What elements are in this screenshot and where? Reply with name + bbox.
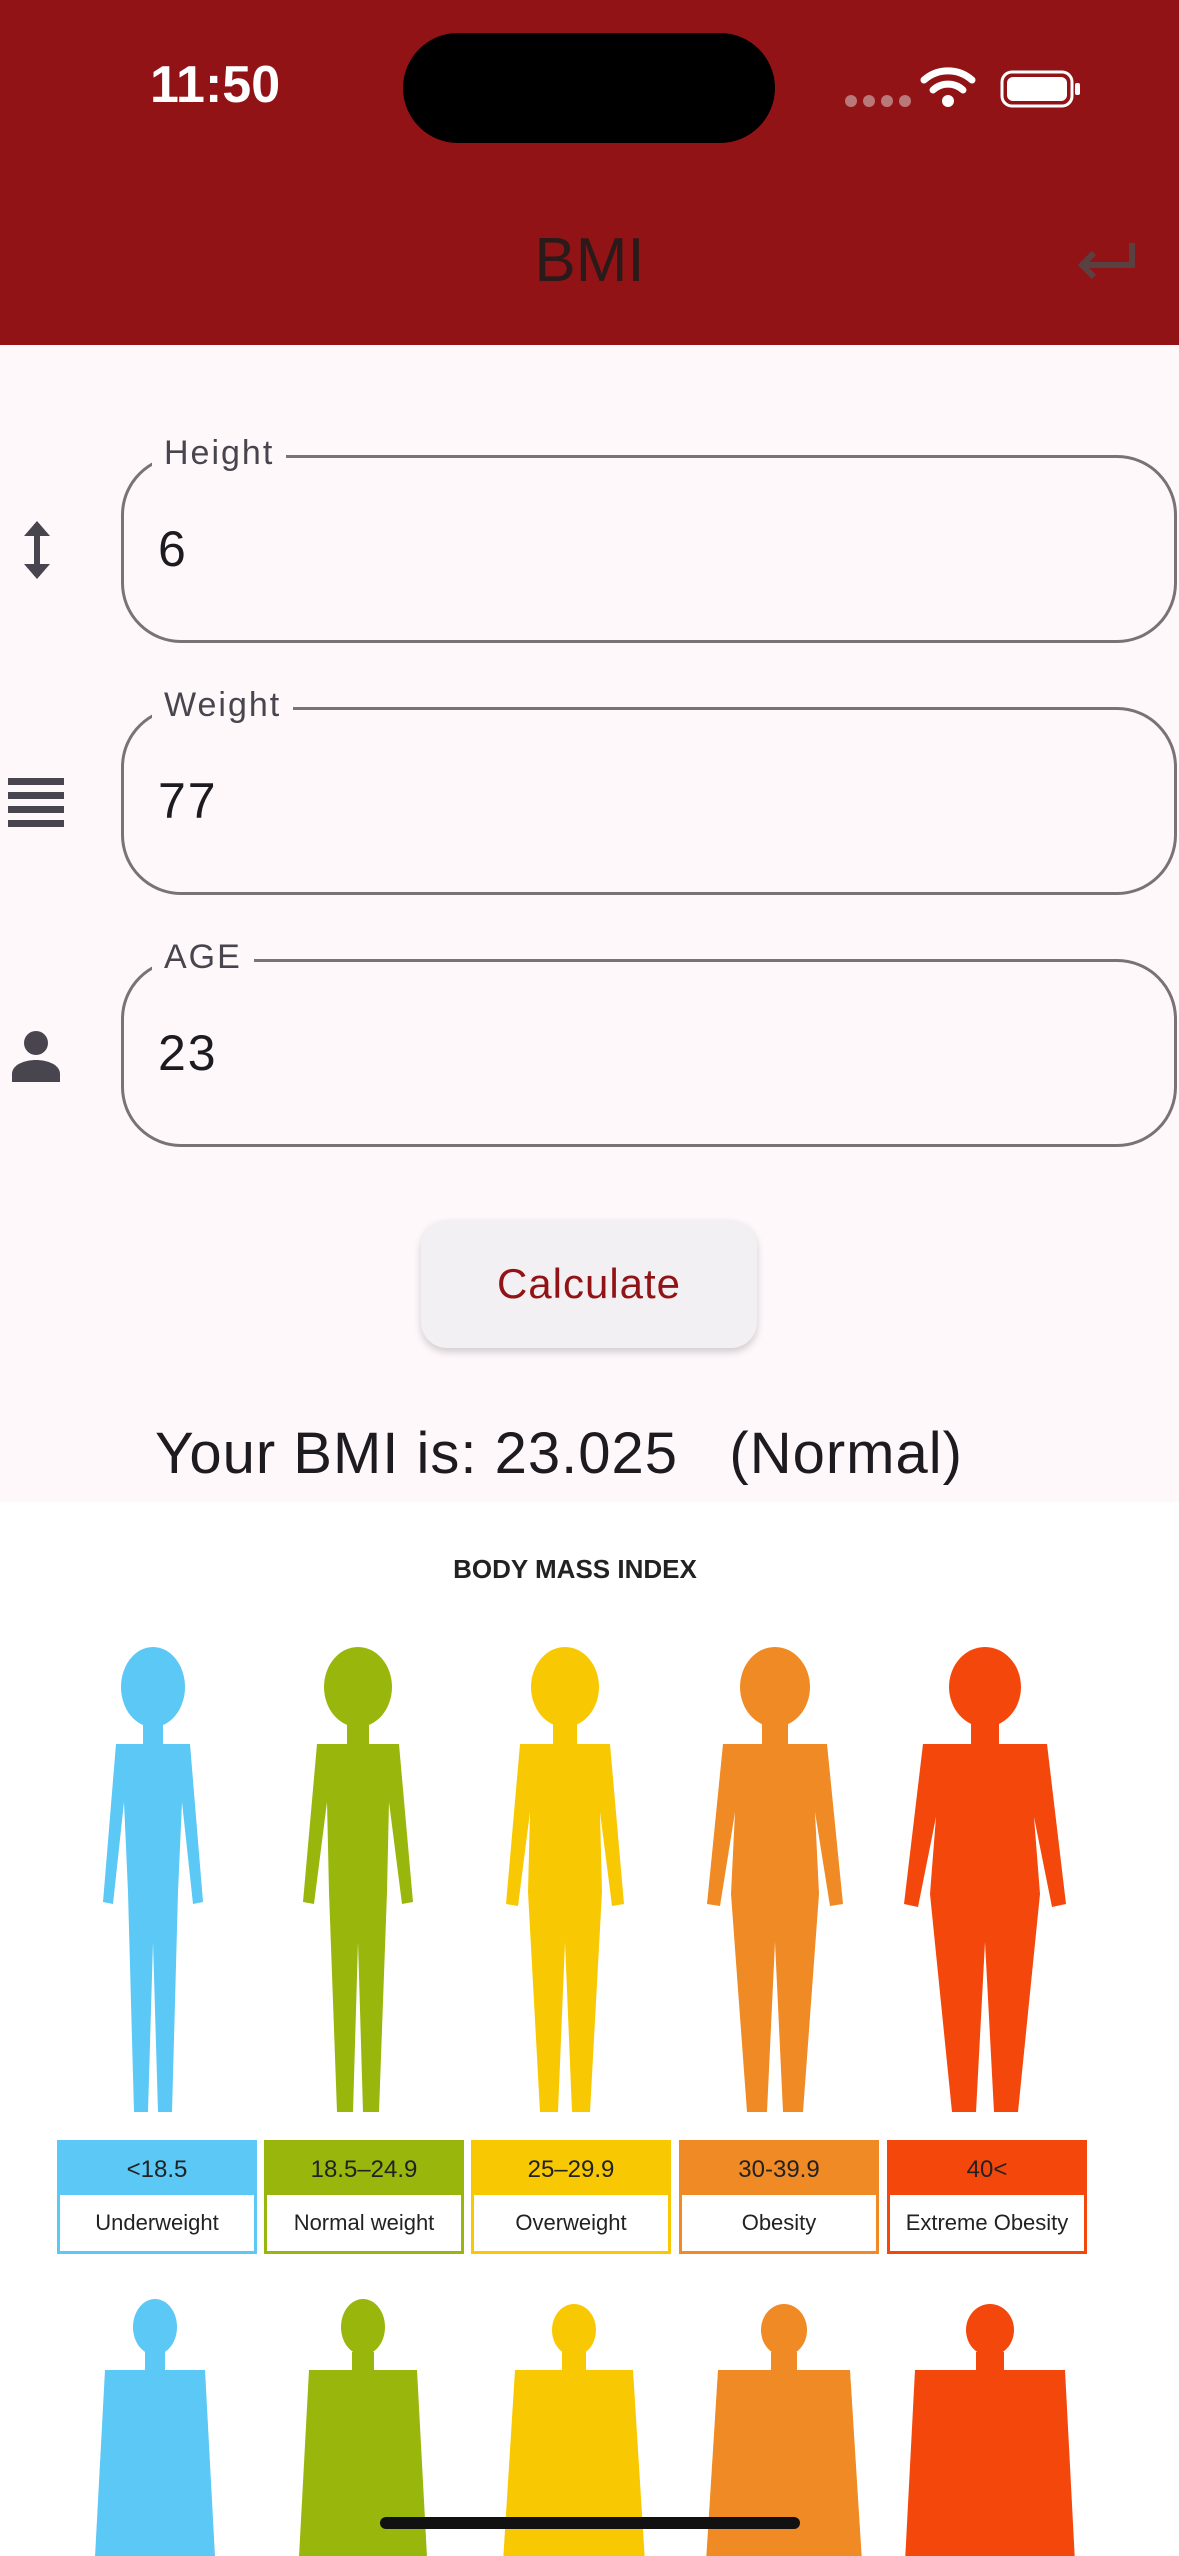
app-bar: 11:50 BMI bbox=[0, 0, 1179, 345]
age-field[interactable]: AGE 23 bbox=[121, 938, 1177, 1147]
scale-range: 40< bbox=[890, 2143, 1084, 2195]
page-title: BMI bbox=[534, 226, 645, 295]
weight-field-value[interactable]: 77 bbox=[158, 772, 218, 830]
female-figure-normal bbox=[303, 1647, 413, 2112]
dynamic-island bbox=[403, 33, 775, 143]
scale-normal-weight: 18.5–24.9 Normal weight bbox=[264, 2140, 464, 2254]
wifi-icon bbox=[920, 67, 976, 107]
scale-label: Normal weight bbox=[267, 2195, 461, 2251]
female-figure-extreme-obesity bbox=[904, 1647, 1066, 2112]
scale-underweight: <18.5 Underweight bbox=[57, 2140, 257, 2254]
female-figure-underweight bbox=[103, 1647, 203, 2112]
bmi-chart-image: BODY MASS INDEX <18.5 Underweight 18.5–2… bbox=[0, 1502, 1179, 2556]
weight-icon bbox=[8, 778, 64, 827]
scale-range: 30-39.9 bbox=[682, 2143, 876, 2195]
chart-title: BODY MASS INDEX bbox=[453, 1554, 697, 1584]
scale-range: <18.5 bbox=[60, 2143, 254, 2195]
cellular-signal-icon bbox=[845, 94, 917, 112]
female-figure-overweight bbox=[506, 1647, 624, 2112]
battery-icon bbox=[1000, 70, 1080, 108]
weight-field-label: Weight bbox=[152, 686, 294, 725]
calculate-button[interactable]: Calculate bbox=[421, 1220, 757, 1348]
age-field-value[interactable]: 23 bbox=[158, 1024, 218, 1082]
return-arrow-icon[interactable] bbox=[1070, 235, 1140, 290]
scale-range: 18.5–24.9 bbox=[267, 2143, 461, 2195]
scale-obesity: 30-39.9 Obesity bbox=[679, 2140, 879, 2254]
scale-label: Underweight bbox=[60, 2195, 254, 2251]
scale-extreme-obesity: 40< Extreme Obesity bbox=[887, 2140, 1087, 2254]
height-field[interactable]: Height 6 bbox=[121, 434, 1177, 643]
person-icon bbox=[12, 1031, 60, 1082]
height-field-value[interactable]: 6 bbox=[158, 520, 188, 578]
scale-label: Overweight bbox=[474, 2195, 668, 2251]
scale-label: Obesity bbox=[682, 2195, 876, 2251]
height-icon bbox=[24, 521, 50, 579]
male-figure-underweight bbox=[95, 2299, 215, 2556]
bmi-result: Your BMI is: 23.025 (Normal) bbox=[155, 1421, 963, 1486]
male-figure-extreme-obesity bbox=[905, 2304, 1075, 2556]
age-field-label: AGE bbox=[152, 938, 254, 977]
status-time: 11:50 bbox=[150, 56, 281, 114]
scale-overweight: 25–29.9 Overweight bbox=[471, 2140, 671, 2254]
home-indicator bbox=[380, 2517, 800, 2529]
weight-field[interactable]: Weight 77 bbox=[121, 686, 1177, 895]
female-figure-obesity bbox=[707, 1647, 843, 2112]
scale-range: 25–29.9 bbox=[474, 2143, 668, 2195]
height-field-label: Height bbox=[152, 434, 287, 473]
scale-label: Extreme Obesity bbox=[890, 2195, 1084, 2251]
